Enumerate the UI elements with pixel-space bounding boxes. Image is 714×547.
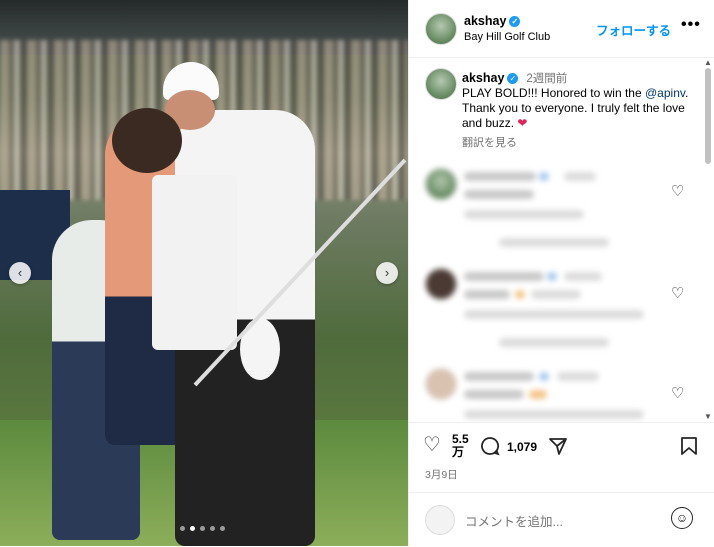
comments-scrollbar[interactable]: ▲ ▼ xyxy=(704,58,712,421)
more-options-icon[interactable]: ••• xyxy=(681,16,701,34)
like-count[interactable]: 5.5 万 xyxy=(452,433,469,459)
scrollbar-thumb[interactable] xyxy=(705,68,711,164)
post-header: akshay ✓ Bay Hill Golf Club フォローする ••• xyxy=(409,0,714,58)
slide-indicator xyxy=(180,526,225,531)
comment-icon[interactable] xyxy=(480,436,500,456)
comment-like-icon[interactable]: ♡ xyxy=(671,384,684,402)
author-name-row: akshay ✓ xyxy=(464,14,521,28)
comment-item xyxy=(409,368,699,422)
slide-dot xyxy=(220,526,225,531)
share-icon[interactable] xyxy=(548,436,568,456)
caption-time: 2週間前 xyxy=(526,73,568,85)
slide-dot xyxy=(210,526,215,531)
scroll-up-icon[interactable]: ▲ xyxy=(704,58,712,67)
mention-link[interactable]: @apinv xyxy=(645,86,685,100)
previous-slide-button[interactable]: ‹ xyxy=(9,262,31,284)
caption-username[interactable]: akshay xyxy=(462,71,504,85)
comment-like-icon[interactable]: ♡ xyxy=(671,284,684,302)
caption-avatar[interactable] xyxy=(425,68,457,100)
comment-like-icon[interactable]: ♡ xyxy=(671,182,684,200)
scroll-down-icon[interactable]: ▼ xyxy=(704,412,712,421)
commenter-avatar xyxy=(425,368,457,400)
golf-club xyxy=(193,158,407,387)
caption-text: PLAY BOLD!!! Honored to win the @apinv. … xyxy=(462,86,689,130)
post-photo[interactable]: ‹ › xyxy=(0,0,408,546)
slide-dot xyxy=(200,526,205,531)
comments-feed[interactable]: akshay ✓ 2週間前 PLAY BOLD!!! Honored to win … xyxy=(409,58,714,422)
verified-badge-icon: ✓ xyxy=(509,16,521,28)
caption-header: akshay ✓ 2週間前 xyxy=(462,70,567,86)
follow-button[interactable]: フォローする xyxy=(596,20,671,39)
bookmark-icon[interactable] xyxy=(680,436,698,456)
comment-item xyxy=(409,268,699,358)
viewer-avatar xyxy=(425,505,455,535)
action-bar: ♡ 5.5 万 1,079 3月9日 xyxy=(409,422,714,493)
instagram-post-modal: ‹ › akshay ✓ Bay Hill Golf Club フォローする ••… xyxy=(0,0,714,546)
post-sidebar: akshay ✓ Bay Hill Golf Club フォローする ••• ak… xyxy=(408,0,714,546)
post-date: 3月9日 xyxy=(425,469,458,481)
comment-input[interactable]: コメントを追加... xyxy=(465,511,563,530)
commenter-avatar xyxy=(425,268,457,300)
author-username[interactable]: akshay xyxy=(464,14,506,28)
commenter-avatar xyxy=(425,168,457,200)
post-location[interactable]: Bay Hill Golf Club xyxy=(464,31,550,43)
emoji-icon[interactable]: ☺ xyxy=(671,507,693,529)
comment-composer: コメントを追加... ☺ xyxy=(409,492,714,547)
slide-dot xyxy=(190,526,195,531)
comment-count[interactable]: 1,079 xyxy=(507,441,537,454)
translate-link[interactable]: 翻訳を見る xyxy=(462,134,517,150)
verified-badge-icon: ✓ xyxy=(507,73,519,85)
heart-emoji: ❤ xyxy=(517,116,528,130)
like-icon[interactable]: ♡ xyxy=(423,435,441,455)
comment-item xyxy=(409,168,699,258)
author-avatar[interactable] xyxy=(425,13,457,45)
slide-dot xyxy=(180,526,185,531)
next-slide-button[interactable]: › xyxy=(376,262,398,284)
